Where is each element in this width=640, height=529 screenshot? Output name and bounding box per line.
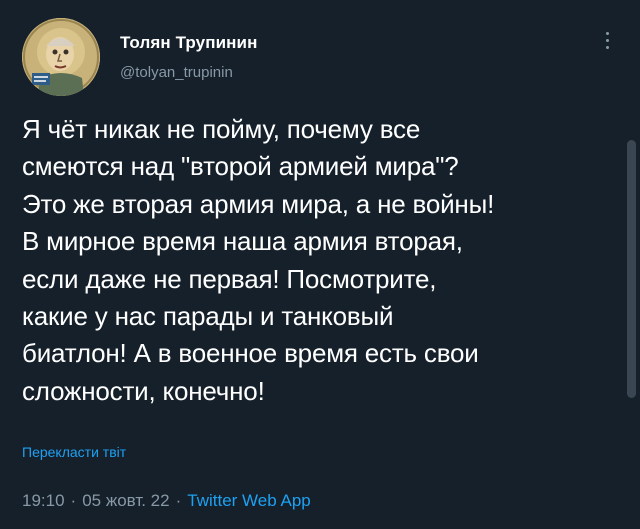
display-name[interactable]: Толян Трупинин: [120, 33, 257, 53]
tweet-meta: 19:10 · 05 жовт. 22 · Twitter Web App: [22, 490, 311, 512]
meta-separator: ·: [175, 491, 182, 510]
user-handle[interactable]: @tolyan_trupinin: [120, 63, 257, 83]
tweet-source-link[interactable]: Twitter Web App: [187, 491, 310, 510]
cartoon-portrait-avatar-icon: [22, 18, 100, 96]
scrollbar[interactable]: [627, 140, 636, 398]
translate-tweet-link[interactable]: Перекласти твіт: [22, 443, 126, 461]
meta-separator: ·: [70, 491, 77, 510]
tweet-card: Толян Трупинин @tolyan_trupinin Я чёт ни…: [0, 0, 640, 529]
author-info: Толян Трупинин @tolyan_trupinin: [120, 33, 257, 83]
avatar[interactable]: [22, 18, 100, 96]
tweet-text: Я чёт никак не пойму, почему все смеются…: [22, 114, 495, 406]
tweet-time[interactable]: 19:10: [22, 491, 65, 510]
more-vertical-icon[interactable]: [604, 32, 610, 54]
tweet-date[interactable]: 05 жовт. 22: [82, 491, 169, 510]
